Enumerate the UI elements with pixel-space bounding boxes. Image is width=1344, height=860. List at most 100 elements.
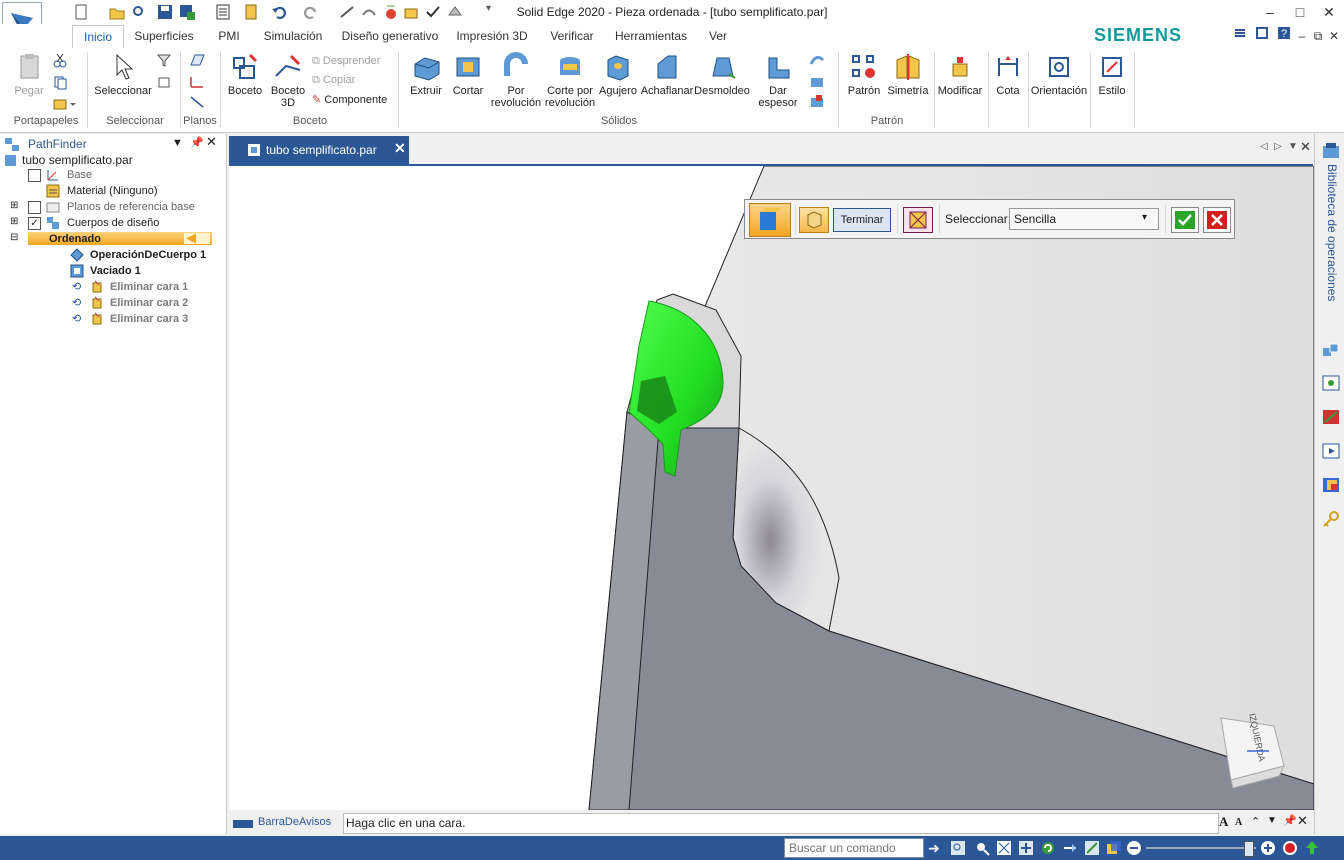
format-painter-icon[interactable] [52, 96, 76, 116]
model-view[interactable]: IZQUIERDA [229, 166, 1314, 810]
rotate-icon[interactable] [1040, 840, 1056, 859]
zoom-out-icon[interactable] [1126, 840, 1142, 859]
font-increase-icon[interactable]: A [1219, 814, 1228, 830]
coordinate-system-icon[interactable] [188, 74, 206, 94]
search-go-icon[interactable]: ➜ [928, 840, 940, 857]
body-select-button[interactable] [799, 207, 829, 233]
hole-button[interactable]: Agujero [598, 52, 638, 97]
record-icon[interactable] [1282, 840, 1298, 859]
pin-icon[interactable]: 📌 [190, 135, 204, 151]
maximize-button[interactable]: □ [1285, 0, 1315, 24]
tab-impresion-3d[interactable]: Impresión 3D [452, 24, 532, 48]
tab-pmi[interactable]: PMI [210, 24, 248, 48]
thicken-button[interactable]: Dar espesor [752, 52, 804, 109]
layout-icon[interactable] [1230, 24, 1250, 48]
select-mode-dropdown[interactable]: Sencilla ▾ [1009, 208, 1159, 230]
axis-icon[interactable] [188, 94, 206, 114]
tree-root[interactable]: tubo semplificato.par [22, 152, 133, 168]
cancel-button[interactable] [1203, 207, 1231, 233]
tab-herramientas[interactable]: Herramientas [612, 24, 690, 48]
feature-library-icon[interactable] [1322, 142, 1340, 163]
cut-button[interactable]: Cortar [448, 52, 488, 97]
zoom-slider-thumb[interactable] [1244, 841, 1254, 857]
orientation-button[interactable]: Orientación [1030, 52, 1088, 97]
copy-button[interactable]: ⧉ Copiar [312, 73, 355, 87]
plane-icon[interactable] [188, 52, 206, 72]
fit-view-icon[interactable] [996, 840, 1012, 859]
revolved-cut-button[interactable]: Corte por revolución [544, 52, 596, 109]
sweep-icon[interactable] [808, 52, 826, 72]
filter-icon[interactable] [156, 52, 172, 72]
panel-close-icon[interactable]: ✕ [206, 134, 217, 150]
tree-item-delete-face-3[interactable]: Eliminar cara 3 [110, 311, 188, 327]
dimension-button[interactable]: Cota [990, 52, 1026, 97]
tree-item-design-bodies[interactable]: Cuerpos de diseño [67, 215, 159, 231]
checkbox-checked[interactable]: ✓ [28, 217, 41, 230]
pan-icon[interactable] [1018, 840, 1034, 859]
fit-button[interactable] [903, 207, 933, 233]
tree-item-reference-planes[interactable]: Planos de referencia base [67, 199, 195, 215]
views-icon[interactable] [1322, 374, 1340, 395]
tree-item-shell[interactable]: Vaciado 1 [90, 263, 141, 279]
finish-button[interactable]: Terminar [833, 208, 891, 232]
tree-item-body-operation[interactable]: OperaciónDeCuerpo 1 [90, 247, 206, 263]
collapse-up-icon[interactable]: ⌃ [1251, 815, 1260, 828]
help-icon[interactable]: ? [1274, 24, 1294, 48]
graphics-window[interactable]: IZQUIERDA [229, 166, 1314, 810]
upload-icon[interactable] [1304, 840, 1320, 859]
panel-menu-icon[interactable]: ▼ [1267, 815, 1277, 826]
tree-item-delete-face-2[interactable]: Eliminar cara 2 [110, 295, 188, 311]
select-button[interactable]: Seleccionar [90, 52, 156, 97]
zoom-slider-track[interactable] [1146, 847, 1256, 849]
tab-superficies[interactable]: Superficies [128, 24, 200, 48]
spin-about-icon[interactable] [1062, 840, 1078, 859]
document-tab-close-icon[interactable]: ✕ [394, 140, 406, 157]
revolve-button[interactable]: Por revolución [488, 52, 544, 109]
panel-menu-icon[interactable]: ▼ [172, 135, 183, 151]
rib-icon[interactable] [808, 94, 826, 114]
checkbox[interactable] [28, 201, 41, 214]
feature-library-tab[interactable]: Biblioteca de operaciones [1323, 164, 1339, 314]
modify-button[interactable]: Modificar [936, 52, 984, 97]
window-list-icon[interactable] [1252, 24, 1272, 48]
draft-button[interactable]: Desmoldeo [694, 52, 750, 97]
expand-icon[interactable]: ⊞ [10, 214, 18, 230]
sensors-icon[interactable] [1322, 408, 1340, 429]
minimize-button[interactable]: – [1255, 0, 1285, 24]
collapse-icon[interactable]: ⊟ [10, 230, 18, 246]
tree-item-ordered[interactable]: Ordenado [49, 231, 101, 247]
doc-tab-close-icon[interactable]: ✕ [1300, 139, 1311, 155]
doc-minimize-button[interactable]: – [1294, 24, 1310, 48]
view-style-icon[interactable] [1106, 840, 1122, 859]
close-button[interactable]: ✕ [1314, 0, 1344, 24]
paste-button[interactable]: Pegar [6, 52, 52, 97]
doc-restore-button[interactable]: ⧉ [1310, 24, 1326, 48]
prompt-close-icon[interactable]: ✕ [1297, 813, 1308, 829]
tree-item-base[interactable]: Base [67, 167, 92, 183]
layers-icon[interactable] [1322, 342, 1340, 363]
font-decrease-icon[interactable]: A [1235, 817, 1242, 828]
copy-icon[interactable] [52, 74, 68, 94]
color-manager-icon[interactable] [1322, 476, 1340, 497]
component-button[interactable]: ✎ Componente [312, 93, 387, 107]
sketch-button[interactable]: Boceto [224, 52, 266, 97]
rollback-marker[interactable] [184, 233, 210, 244]
loft-icon[interactable] [808, 74, 826, 94]
command-search-input[interactable] [787, 839, 923, 857]
zoom-icon[interactable] [974, 840, 990, 859]
tree-item-delete-face-1[interactable]: Eliminar cara 1 [110, 279, 188, 295]
zoom-in-icon[interactable] [1260, 840, 1276, 859]
extrude-button[interactable]: Extruir [404, 52, 448, 97]
tab-diseno-generativo[interactable]: Diseño generativo [338, 24, 442, 48]
command-search-box[interactable] [784, 838, 924, 858]
zoom-area-icon[interactable] [950, 840, 966, 859]
chamfer-button[interactable]: Achaflanar [640, 52, 694, 97]
media-icon[interactable] [1322, 442, 1340, 463]
face-select-button[interactable] [749, 203, 791, 237]
mirror-button[interactable]: Simetría [886, 52, 930, 97]
checkbox[interactable] [28, 169, 41, 182]
style-button[interactable]: Estilo [1092, 52, 1132, 97]
tab-scroll-left-icon[interactable]: ◁ [1260, 141, 1268, 152]
cut-icon[interactable] [52, 52, 68, 72]
doc-close-button[interactable]: ✕ [1326, 24, 1342, 48]
